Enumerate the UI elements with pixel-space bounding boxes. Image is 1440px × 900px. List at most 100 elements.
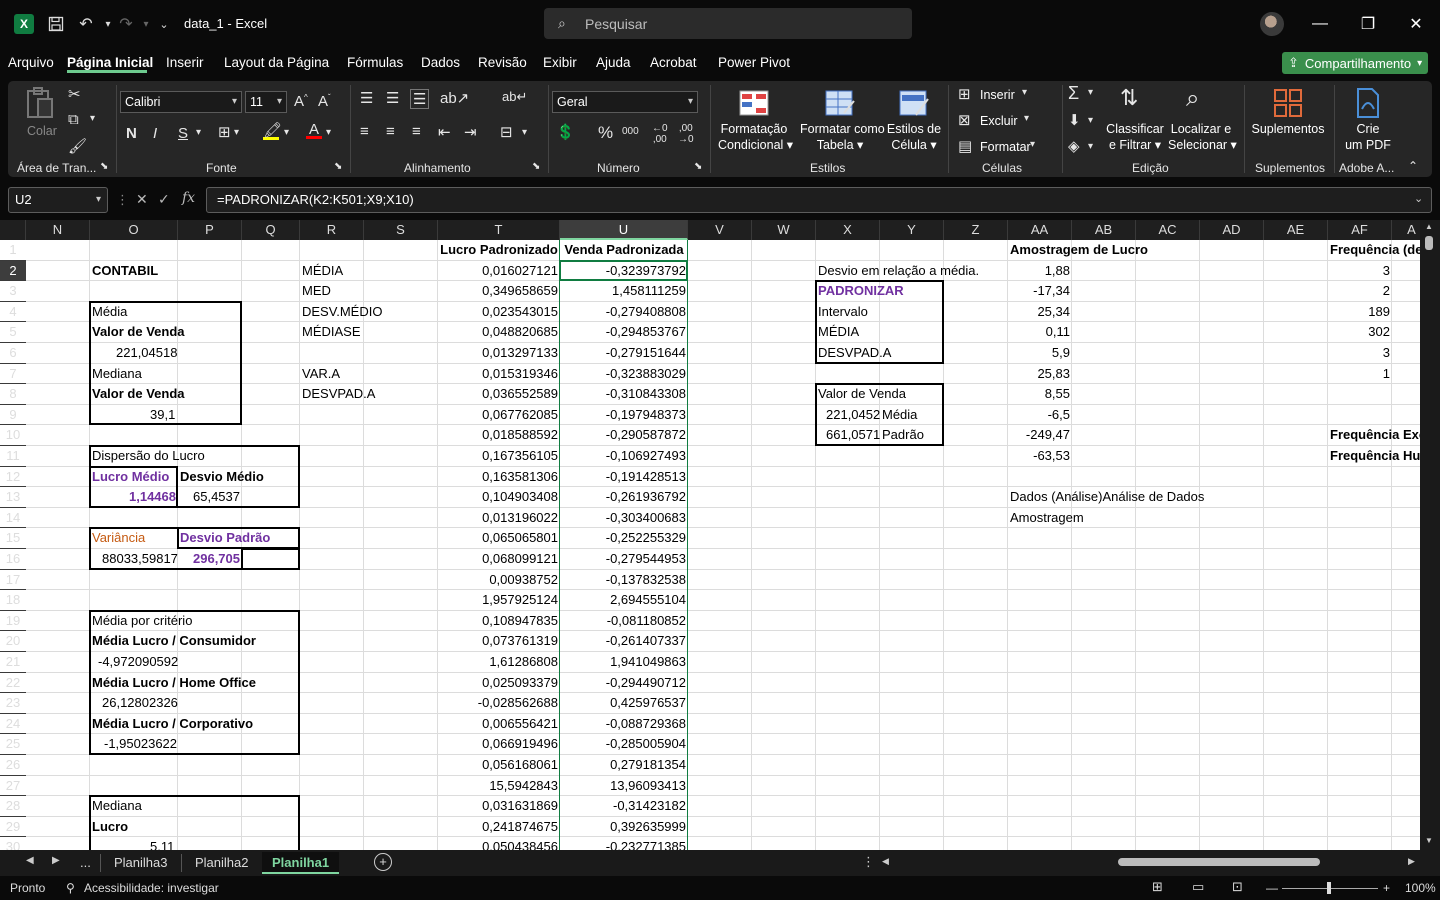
- cell-r7[interactable]: VAR.A: [300, 364, 342, 385]
- vertical-scrollbar[interactable]: ▲ ▼: [1420, 220, 1440, 850]
- collapse-ribbon-icon[interactable]: ⌃: [1408, 159, 1418, 173]
- clear-dropdown-icon[interactable]: ▾: [1088, 141, 1093, 152]
- cell-u7[interactable]: -0,323883029: [560, 364, 688, 385]
- cell-r8[interactable]: DESVPAD.A: [300, 384, 377, 405]
- cell-u2[interactable]: -0,323973792: [560, 261, 688, 282]
- cell-o8[interactable]: Valor de Venda: [90, 384, 187, 405]
- merge-center-icon[interactable]: ⊟: [500, 123, 513, 141]
- cell-t23[interactable]: -0,028562688: [438, 693, 560, 714]
- cell-r4[interactable]: DESV.MÉDIO: [300, 302, 384, 323]
- decrease-decimal-icon[interactable]: ,00 →0: [678, 123, 694, 145]
- zoom-slider-thumb[interactable]: [1327, 882, 1331, 894]
- row-header-21[interactable]: 21: [0, 652, 26, 673]
- row-header-14[interactable]: 14: [0, 508, 26, 529]
- normal-view-icon[interactable]: ⊞: [1152, 879, 1163, 895]
- zoom-level[interactable]: 100%: [1405, 881, 1436, 895]
- column-header-n[interactable]: N: [26, 220, 90, 240]
- row-header-6[interactable]: 6: [0, 343, 26, 364]
- cell-af1[interactable]: Frequência (de: [1328, 240, 1420, 261]
- cell-aa1[interactable]: Amostragem de Lucro: [1008, 240, 1150, 261]
- column-header-q[interactable]: Q: [242, 220, 300, 240]
- bold-icon[interactable]: N: [126, 125, 137, 142]
- cell-r5[interactable]: MÉDIASE: [300, 322, 363, 343]
- close-icon[interactable]: ✕: [1401, 10, 1431, 38]
- cell-o24[interactable]: Média Lucro / Corporativo: [90, 714, 255, 735]
- cell-t19[interactable]: 0,108947835: [438, 611, 560, 632]
- font-color-dropdown-icon[interactable]: ▾: [326, 127, 331, 138]
- currency-icon[interactable]: 💲: [556, 123, 575, 141]
- cell-u15[interactable]: -0,252255329: [560, 528, 688, 549]
- cell-t21[interactable]: 1,61286808: [438, 652, 560, 673]
- borders-icon[interactable]: ⊞: [218, 123, 231, 141]
- clear-icon[interactable]: ◈: [1068, 137, 1080, 155]
- expand-formula-icon[interactable]: ⌄: [1414, 192, 1423, 205]
- column-header-o[interactable]: O: [90, 220, 178, 240]
- cell-r2[interactable]: MÉDIA: [300, 261, 345, 282]
- scroll-left-icon[interactable]: ◀: [882, 856, 889, 867]
- cell-af5[interactable]: 302: [1328, 322, 1392, 343]
- row-header-30[interactable]: 30: [0, 837, 26, 850]
- sheet-tab-planilha3[interactable]: Planilha3: [104, 852, 178, 874]
- cell-styles-button[interactable]: Estilos de Célula ▾: [884, 85, 944, 155]
- paste-button[interactable]: Colar: [22, 85, 62, 139]
- prev-sheet-icon[interactable]: ◀: [26, 855, 34, 866]
- cell-t4[interactable]: 0,023543015: [438, 302, 560, 323]
- cell-t1[interactable]: Lucro Padronizado: [438, 240, 560, 261]
- row-header-22[interactable]: 22: [0, 673, 26, 694]
- tab-split-handle-icon[interactable]: ⋮: [862, 854, 875, 870]
- orientation-icon[interactable]: ab↗: [440, 89, 469, 107]
- cell-o25[interactable]: -1,95023622: [102, 734, 179, 755]
- cell-u13[interactable]: -0,261936792: [560, 487, 688, 508]
- cancel-icon[interactable]: ✕: [136, 191, 148, 208]
- cell-t25[interactable]: 0,066919496: [438, 734, 560, 755]
- row-header-24[interactable]: 24: [0, 714, 26, 735]
- scroll-down-icon[interactable]: ▼: [1425, 836, 1433, 845]
- cell-t3[interactable]: 0,349658659: [438, 281, 560, 302]
- customize-toolbar-icon[interactable]: ⌄: [152, 12, 176, 36]
- merge-dropdown-icon[interactable]: ▾: [522, 127, 527, 138]
- align-bottom-icon[interactable]: ☰: [410, 89, 430, 109]
- row-header-29[interactable]: 29: [0, 817, 26, 838]
- underline-icon[interactable]: S: [178, 125, 188, 142]
- number-launcher-icon[interactable]: ⬊: [694, 161, 702, 172]
- cell-u27[interactable]: 13,96093413: [560, 776, 688, 797]
- column-header-af[interactable]: AF: [1328, 220, 1392, 240]
- cell-o5[interactable]: Valor de Venda: [90, 322, 187, 343]
- restore-icon[interactable]: ❐: [1353, 10, 1383, 38]
- row-header-19[interactable]: 19: [0, 611, 26, 632]
- increase-decimal-icon[interactable]: ←0,00: [652, 123, 668, 145]
- align-right-icon[interactable]: ≡: [412, 123, 421, 140]
- zoom-out-icon[interactable]: —: [1266, 881, 1278, 895]
- row-header-17[interactable]: 17: [0, 570, 26, 591]
- percent-icon[interactable]: %: [598, 123, 613, 143]
- cell-o7[interactable]: Mediana: [90, 364, 144, 385]
- alignment-launcher-icon[interactable]: ⬊: [532, 161, 540, 172]
- comma-style-icon[interactable]: 000: [622, 126, 639, 137]
- select-all-button[interactable]: [0, 220, 26, 240]
- cell-aa6[interactable]: 5,9: [1008, 343, 1072, 364]
- column-header-x[interactable]: X: [816, 220, 880, 240]
- column-header-u[interactable]: U: [560, 220, 688, 240]
- decrease-font-icon[interactable]: Aˇ: [318, 93, 331, 110]
- cell-af7[interactable]: 1: [1328, 364, 1392, 385]
- column-header-v[interactable]: V: [688, 220, 752, 240]
- cell-t24[interactable]: 0,006556421: [438, 714, 560, 735]
- row-header-7[interactable]: 7: [0, 364, 26, 385]
- cell-u29[interactable]: 0,392635999: [560, 817, 688, 838]
- cell-t12[interactable]: 0,163581306: [438, 467, 560, 488]
- cell-r3[interactable]: MED: [300, 281, 333, 302]
- cell-u6[interactable]: -0,279151644: [560, 343, 688, 364]
- cut-icon[interactable]: ✂: [68, 85, 81, 103]
- fill-color-icon[interactable]: 🖍: [263, 121, 282, 140]
- cell-o16[interactable]: 88033,59817: [100, 549, 180, 570]
- copy-dropdown-icon[interactable]: ▾: [90, 113, 95, 124]
- cell-u16[interactable]: -0,279544953: [560, 549, 688, 570]
- cell-t2[interactable]: 0,016027121: [438, 261, 560, 282]
- minimize-icon[interactable]: —: [1305, 10, 1335, 38]
- addins-button[interactable]: Suplementos: [1248, 85, 1328, 136]
- cell-u30[interactable]: -0,232771385: [560, 837, 688, 850]
- column-header-ab[interactable]: AB: [1072, 220, 1136, 240]
- cell-t15[interactable]: 0,065065801: [438, 528, 560, 549]
- scroll-up-icon[interactable]: ▲: [1425, 222, 1433, 231]
- column-header-r[interactable]: R: [300, 220, 364, 240]
